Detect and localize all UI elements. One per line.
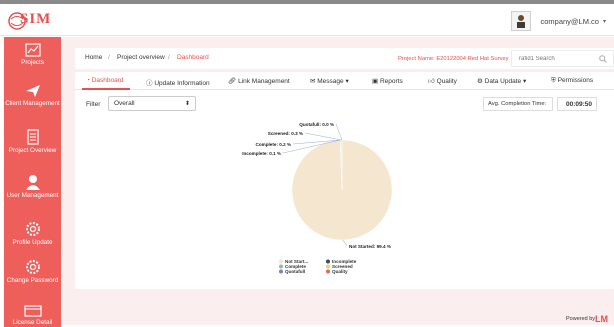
breadcrumb-home[interactable]: Home — [85, 54, 102, 61]
sidebar-item-label: Client Management — [5, 100, 60, 107]
pie-slice-label: Screened: 0.3 % — [268, 131, 303, 136]
sidebar-item-change-password[interactable]: Change Password — [4, 259, 61, 285]
breadcrumb-separator: / — [168, 54, 170, 61]
legend-swatch — [279, 264, 283, 269]
avatar[interactable] — [510, 11, 531, 31]
chart-icon — [24, 43, 41, 57]
user-menu[interactable]: company@LM.co ▾ — [510, 10, 606, 32]
legend-swatch — [326, 269, 330, 274]
sidebar: Projects Client Management Project Overv… — [4, 37, 61, 327]
sidebar-item-user-management[interactable]: User Management — [4, 174, 61, 200]
status-pie-chart: Not Started: 99.4 % Incomplete: 0.1 % Comp… — [242, 122, 393, 274]
app-logo[interactable]: SIM — [8, 10, 54, 32]
sidebar-item-project-overview[interactable]: Project Overview — [4, 129, 61, 155]
pie-slice-label: Complete: 0.2 % — [256, 142, 291, 147]
breadcrumb: Home / Project overview / Dashboard Proj… — [75, 48, 614, 69]
search-box — [511, 50, 614, 67]
pie-slice-label: Incomplete: 0.1 % — [242, 151, 281, 156]
legend-swatch — [326, 264, 330, 269]
legend-label[interactable]: Quotafull — [285, 269, 305, 274]
legend-swatch — [279, 269, 283, 274]
sidebar-item-label: Project Overview — [8, 147, 57, 154]
sidebar-item-client-management[interactable]: Client Management — [4, 84, 61, 108]
logo-text: SIM — [20, 11, 52, 27]
sidebar-item-label: Change Password — [6, 277, 59, 284]
sidebar-item-label: User Management — [6, 192, 59, 199]
powered-by-label: Powered by — [566, 316, 596, 322]
card-icon — [23, 305, 42, 317]
sidebar-item-projects[interactable]: Projects — [4, 43, 61, 67]
legend-swatch — [279, 259, 283, 264]
breadcrumb-current: Dashboard — [177, 54, 209, 61]
breadcrumb-project-overview[interactable]: Project overview — [117, 54, 165, 61]
gear-icon — [25, 260, 40, 274]
breadcrumb-separator: / — [108, 54, 110, 61]
sidebar-item-label: Profile Update — [12, 239, 53, 246]
sidebar-item-label: Projects — [21, 59, 44, 66]
pie-leader-line — [304, 132, 342, 141]
pie-slice-label: Not Started: 99.4 % — [349, 244, 391, 249]
search-icon[interactable] — [599, 55, 607, 63]
powered-by-logo: LM — [595, 314, 608, 324]
sidebar-item-license-detail[interactable]: License Detail — [4, 305, 61, 327]
pie-slice-label: Quotafull: 0.0 % — [299, 122, 334, 127]
dashboard-card: ◔ Dashboard ⓘ Update Information 🔗︎ Link… — [75, 72, 614, 289]
pie-leader-line — [342, 239, 348, 247]
sidebar-item-profile-update[interactable]: Profile Update — [4, 221, 61, 247]
user-avatar-icon — [516, 15, 525, 28]
legend-swatch — [326, 259, 330, 264]
search-input[interactable] — [519, 54, 597, 64]
user-name: company@LM.co — [540, 16, 599, 26]
paper-plane-icon — [25, 85, 40, 97]
legend-label[interactable]: Quality — [332, 269, 348, 274]
app-header: SIM company@LM.co ▾ — [0, 4, 614, 36]
document-icon — [26, 129, 39, 145]
chevron-down-icon[interactable]: ▾ — [603, 18, 606, 25]
project-name: Project Name: E20122004 Red Hat Survey — [398, 56, 509, 62]
gear-icon — [25, 222, 40, 236]
pie-leader-line — [335, 123, 343, 141]
user-icon — [25, 175, 40, 190]
